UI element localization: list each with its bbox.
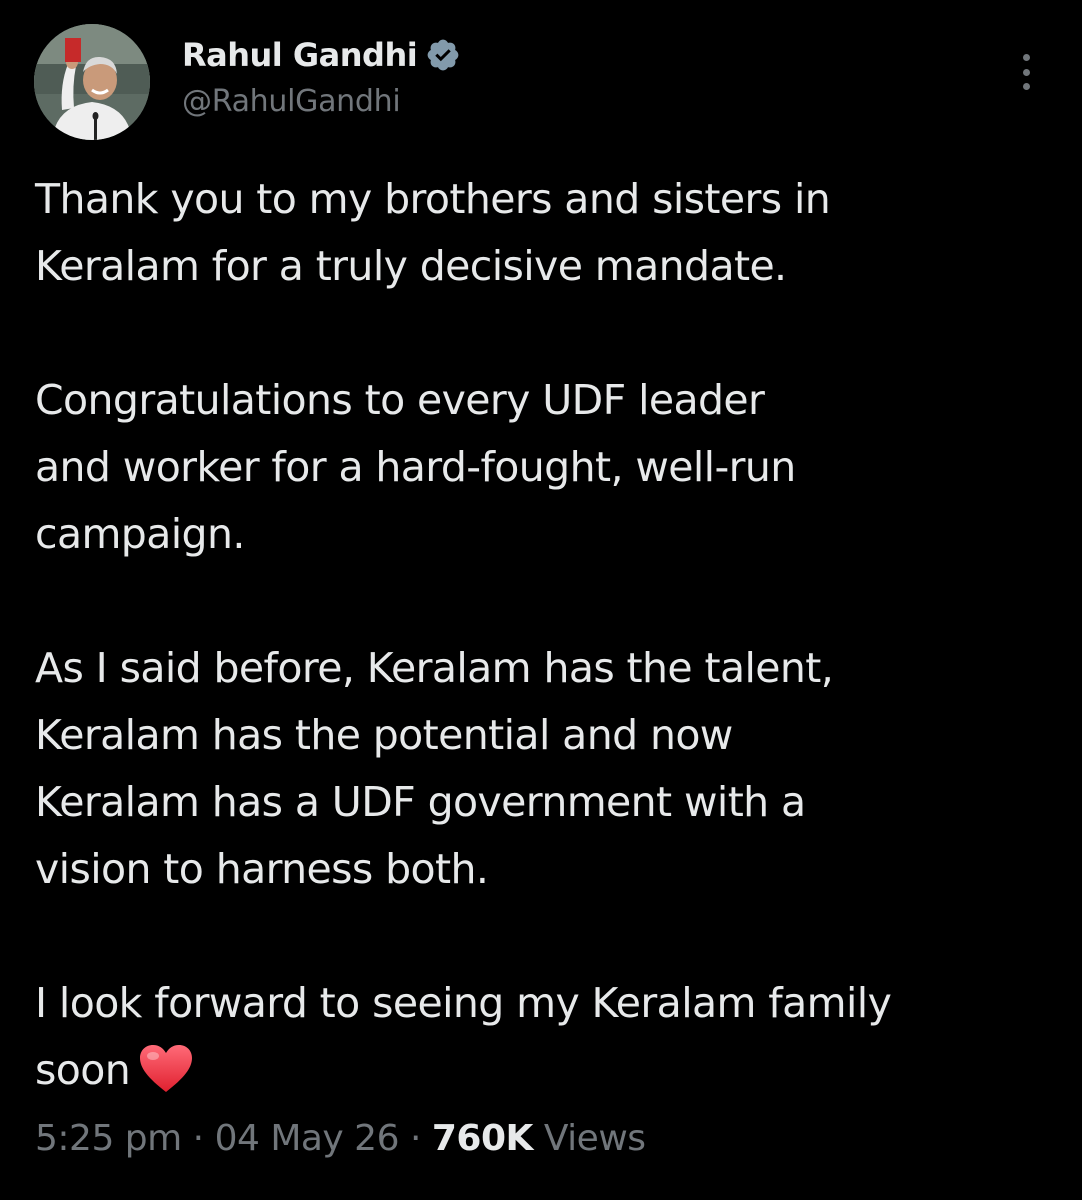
author-name-row: Rahul Gandhi bbox=[182, 32, 461, 78]
verified-badge-icon[interactable] bbox=[425, 37, 461, 73]
tweet-line: As I said before, Keralam has the talent… bbox=[35, 644, 834, 692]
more-vertical-icon-dot bbox=[1022, 68, 1030, 76]
author-name[interactable]: Rahul Gandhi bbox=[182, 36, 418, 74]
tweet-text: Thank you to my brothers and sisters in … bbox=[35, 166, 1055, 1104]
meta-separator: · bbox=[399, 1118, 432, 1159]
tweet-line-text: soon bbox=[35, 1046, 131, 1094]
meta-separator: · bbox=[181, 1118, 215, 1159]
views-count[interactable]: 760K bbox=[432, 1118, 534, 1159]
more-vertical-icon-dot bbox=[1022, 83, 1030, 90]
more-options-button[interactable] bbox=[1006, 50, 1046, 94]
tweet-line: Congratulations to every UDF leader bbox=[35, 376, 765, 424]
tweet-date[interactable]: 04 May 26 bbox=[215, 1118, 400, 1159]
tweet-time[interactable]: 5:25 pm bbox=[35, 1118, 182, 1159]
tweet-line: Keralam has the potential and now bbox=[35, 711, 733, 759]
author-block: Rahul Gandhi @RahulGandhi bbox=[182, 32, 461, 119]
tweet-line: and worker for a hard-fought, well-run bbox=[35, 443, 796, 491]
profile-photo bbox=[34, 24, 150, 140]
tweet-line: Thank you to my brothers and sisters in bbox=[35, 175, 831, 223]
tweet-line: Keralam has a UDF government with a bbox=[35, 778, 806, 826]
tweet-card: Rahul Gandhi @RahulGandhi Thank you to m… bbox=[0, 0, 1082, 1200]
tweet-line-last: soon bbox=[35, 1037, 1055, 1104]
red-heart-icon bbox=[138, 1044, 194, 1094]
avatar[interactable] bbox=[34, 24, 150, 140]
author-handle[interactable]: @RahulGandhi bbox=[182, 84, 461, 119]
tweet-line: campaign. bbox=[35, 510, 245, 558]
views-label[interactable]: Views bbox=[544, 1118, 646, 1159]
tweet-line: vision to harness both. bbox=[35, 845, 489, 893]
tweet-line: I look forward to seeing my Keralam fami… bbox=[35, 979, 892, 1027]
more-vertical-icon bbox=[1022, 54, 1030, 61]
tweet-line: Keralam for a truly decisive mandate. bbox=[35, 242, 787, 290]
tweet-meta: 5:25 pm · 04 May 26 · 760K Views bbox=[35, 1118, 646, 1159]
